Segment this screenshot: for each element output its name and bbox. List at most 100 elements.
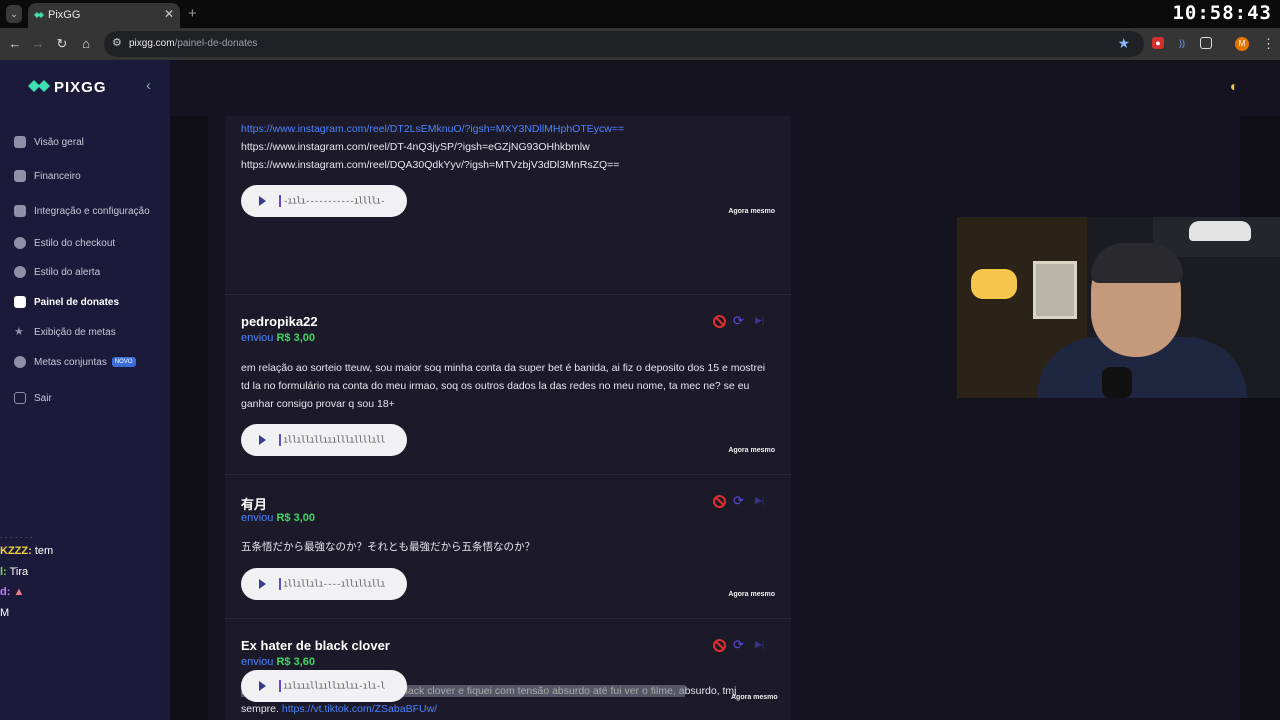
audio-player[interactable]: ıllıllılı----ıllıllıllı xyxy=(241,568,407,600)
message-link[interactable]: https://www.instagram.com/reel/DT2LsEMkn… xyxy=(241,120,776,138)
play-icon[interactable] xyxy=(259,435,266,445)
star-icon: ★ xyxy=(14,326,24,338)
new-badge: NOVO xyxy=(111,357,136,367)
audio-player[interactable]: ıllıllıllııılllıllllıll xyxy=(241,424,407,456)
tab-close-icon[interactable]: ✕ xyxy=(164,7,174,21)
donor-name: Ex hater de black clover xyxy=(241,638,390,653)
reload-icon[interactable]: ↻ xyxy=(52,34,72,54)
theme-toggle-icon[interactable]: ◐ xyxy=(1230,78,1238,94)
message-link: https://www.instagram.com/reel/DT-4nQ3jy… xyxy=(241,141,590,153)
donor-name: pedropika22 xyxy=(241,314,318,329)
play-icon[interactable] xyxy=(259,196,266,206)
donation-time: Agora mesmo xyxy=(728,447,775,454)
chat-line: d: ▲ xyxy=(0,586,24,598)
skip-icon[interactable]: ▶| xyxy=(755,315,764,326)
sidebar-item-integracao[interactable]: Integração e configuração xyxy=(14,202,150,220)
replay-icon[interactable]: ⟳ xyxy=(733,493,744,509)
back-arrow-icon[interactable]: ← xyxy=(5,34,25,54)
play-icon[interactable] xyxy=(259,681,266,691)
donation-amount-line: enviou R$ 3,60 xyxy=(241,656,315,668)
extensions-puzzle-icon[interactable] xyxy=(1200,37,1212,49)
tab-title: PixGG xyxy=(48,9,81,21)
url-path: /painel-de-donates xyxy=(174,38,258,49)
browser-tab-strip: ⌄ PixGG ✕ + 10:58:43 xyxy=(0,0,1280,28)
sidebar-item-exibicao-metas[interactable]: ★ Exibição de metas xyxy=(14,323,116,341)
donation-actions: ⟳ ▶| xyxy=(713,313,773,329)
bookmark-star-icon[interactable]: ★ xyxy=(1117,35,1130,52)
sidebar-item-label: Painel de donates xyxy=(34,296,120,308)
forward-arrow-icon[interactable]: → xyxy=(28,34,48,54)
chat-username: d: xyxy=(0,586,11,598)
profile-avatar[interactable]: M xyxy=(1235,37,1249,51)
hand-icon xyxy=(14,296,26,308)
audio-waveform[interactable]: ıllıllıllııılllıllllıll xyxy=(279,434,386,446)
browser-tab[interactable]: PixGG ✕ xyxy=(28,3,180,28)
audio-player[interactable]: -ıılı-----------ıllllı- xyxy=(241,185,407,217)
sidebar-item-label: Metas conjuntas xyxy=(34,356,107,368)
sent-label: enviou xyxy=(241,512,274,524)
palette-icon xyxy=(14,266,26,278)
sidebar-item-painel-donates[interactable]: Painel de donates xyxy=(14,293,119,311)
sidebar-item-sair[interactable]: Sair xyxy=(14,389,52,407)
tab-search-button[interactable]: ⌄ xyxy=(6,5,22,23)
donation-time: Agora mesmo xyxy=(731,694,778,701)
url-host: pixgg.com xyxy=(129,38,175,49)
url-text: pixgg.com/painel-de-donates xyxy=(129,38,257,49)
sidebar-item-visao-geral[interactable]: Visão geral xyxy=(14,133,84,151)
audio-waveform[interactable]: ıllıllılı----ıllıllıllı xyxy=(279,578,386,590)
audio-player[interactable]: ıılıııllııllıılıı-ılı-l xyxy=(241,670,407,702)
extension-wave-icon[interactable]: )) xyxy=(1176,37,1188,49)
sidebar-item-financeiro[interactable]: Financeiro xyxy=(14,167,81,185)
replay-icon[interactable]: ⟳ xyxy=(733,313,744,329)
donation-amount-line: enviou R$ 3,00 xyxy=(241,332,315,344)
pixgg-logo-mark-icon xyxy=(28,80,50,92)
collapse-sidebar-icon[interactable]: ‹ xyxy=(146,77,151,94)
frame-image xyxy=(1033,261,1077,319)
audio-waveform[interactable]: -ıılı-----------ıllllı- xyxy=(279,195,386,207)
block-icon[interactable] xyxy=(713,495,726,508)
donation-card: ⟳ ▶| pedropika22 enviou R$ 3,00 em relaç… xyxy=(225,295,791,475)
wallet-icon xyxy=(14,170,26,182)
sidebar-item-label: Integração e configuração xyxy=(34,205,150,217)
pixgg-favicon-icon xyxy=(34,12,44,18)
sidebar-item-estilo-alerta[interactable]: Estilo do alerta xyxy=(14,263,100,281)
message-link[interactable]: https://vt.tiktok.com/ZSabaBFUw/ xyxy=(282,703,437,715)
webcam-overlay xyxy=(957,217,1280,398)
home-icon xyxy=(14,136,26,148)
message-link: https://www.instagram.com/reel/DQA30QdkY… xyxy=(241,159,620,171)
chat-line: KZZZ: tem xyxy=(0,545,53,557)
chat-message: M xyxy=(0,607,10,619)
replay-icon[interactable]: ⟳ xyxy=(733,637,744,653)
chat-line: M xyxy=(0,607,9,619)
donation-message: em relação ao sorteio tteuw, sou maior s… xyxy=(241,362,766,410)
address-bar[interactable]: ⚙ pixgg.com/painel-de-donates ★ xyxy=(104,31,1144,57)
chat-message: Tira xyxy=(9,566,29,578)
extension-red-icon[interactable]: ● xyxy=(1152,37,1164,49)
site-info-icon[interactable]: ⚙ xyxy=(112,36,122,49)
brand-name: PIXGG xyxy=(54,79,107,96)
donation-amount-line: enviou R$ 3,00 xyxy=(241,512,315,524)
sidebar-item-label: Visão geral xyxy=(34,136,84,148)
toy-car-image xyxy=(1189,221,1251,241)
browser-menu-icon[interactable]: ⋮ xyxy=(1262,36,1275,52)
block-icon[interactable] xyxy=(713,315,726,328)
audio-waveform[interactable]: ıılıııllııllıılıı-ılı-l xyxy=(279,680,386,692)
skip-icon[interactable]: ▶| xyxy=(755,639,764,650)
sidebar-item-label: Financeiro xyxy=(34,170,81,182)
donation-card: ⟳ ▶| 有月 enviou R$ 3,00 五条悟だから最強なのか？それとも最… xyxy=(225,475,791,619)
sidebar-item-label: Sair xyxy=(34,392,52,404)
chat-emote-icon: ▲ xyxy=(13,586,25,598)
sidebar-item-metas-conjuntas[interactable]: Metas conjuntas NOVO xyxy=(14,353,136,371)
lamp-image xyxy=(971,269,1017,299)
home-icon[interactable]: ⌂ xyxy=(76,34,96,54)
chat-message: tem xyxy=(34,545,54,557)
skip-icon[interactable]: ▶| xyxy=(755,495,764,506)
donation-message: https://www.instagram.com/reel/DT2LsEMkn… xyxy=(241,120,776,174)
new-tab-icon[interactable]: + xyxy=(188,5,197,22)
browser-toolbar: ← → ↻ ⌂ ⚙ pixgg.com/painel-de-donates ★ … xyxy=(0,28,1280,60)
microphone-image xyxy=(1102,367,1132,398)
block-icon[interactable] xyxy=(713,639,726,652)
sidebar-item-estilo-checkout[interactable]: Estilo do checkout xyxy=(14,234,115,252)
donations-feed: https://www.instagram.com/reel/DT2LsEMkn… xyxy=(225,116,791,720)
play-icon[interactable] xyxy=(259,579,266,589)
